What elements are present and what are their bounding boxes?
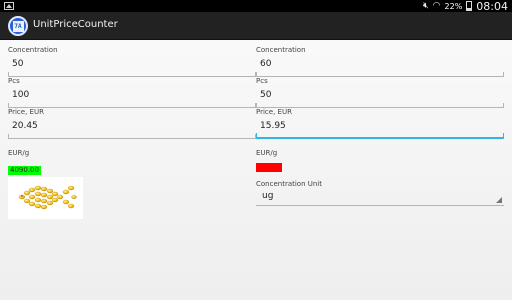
right-price-input[interactable]: 15.95: [256, 117, 504, 139]
battery-percent: 22%: [444, 1, 463, 11]
mute-icon: 🔇︎: [422, 1, 429, 11]
left-price-input[interactable]: 20.45: [8, 117, 256, 139]
left-result-value: 4090.00: [8, 166, 41, 175]
app-title: UnitPriceCounter: [33, 19, 118, 30]
picture-icon: [4, 2, 14, 10]
price-label: Price, EUR: [8, 108, 44, 116]
status-bar: 🔇︎ ◠ 22% 08:04: [0, 0, 512, 13]
app-icon-glyph: 7A: [12, 20, 24, 32]
left-pcs-input[interactable]: 100: [8, 86, 256, 108]
pcs-label: Pcs: [256, 77, 268, 85]
concentration-unit-dropdown[interactable]: ug: [256, 188, 504, 206]
left-product-panel: Concentration 50 Pcs 100 Price, EUR 20.4…: [8, 46, 256, 219]
pcs-label: Pcs: [8, 77, 20, 85]
right-result-label: EUR/g: [256, 149, 278, 157]
clock: 08:04: [476, 0, 508, 13]
action-bar: 7A UnitPriceCounter: [0, 12, 512, 40]
right-result-value: [256, 163, 282, 172]
concentration-unit-label: Concentration Unit: [256, 180, 322, 188]
status-icons: 🔇︎ ◠ 22% 08:04: [422, 0, 508, 13]
battery-icon: [466, 1, 473, 11]
concentration-unit-value: ug: [262, 191, 274, 201]
wifi-icon: ◠: [432, 1, 441, 11]
fish-icon: [18, 185, 77, 210]
app-icon[interactable]: 7A: [8, 16, 28, 36]
fish-image: [8, 177, 83, 219]
price-label: Price, EUR: [256, 108, 292, 116]
concentration-label: Concentration: [256, 46, 306, 54]
right-concentration-input[interactable]: 60: [256, 55, 504, 77]
left-concentration-input[interactable]: 50: [8, 55, 256, 77]
right-pcs-input[interactable]: 50: [256, 86, 504, 108]
dropdown-arrow-icon: [496, 197, 502, 203]
left-result-label: EUR/g: [8, 149, 30, 157]
right-product-panel: Concentration 60 Pcs 50 Price, EUR 15.95…: [256, 46, 504, 206]
concentration-label: Concentration: [8, 46, 58, 54]
